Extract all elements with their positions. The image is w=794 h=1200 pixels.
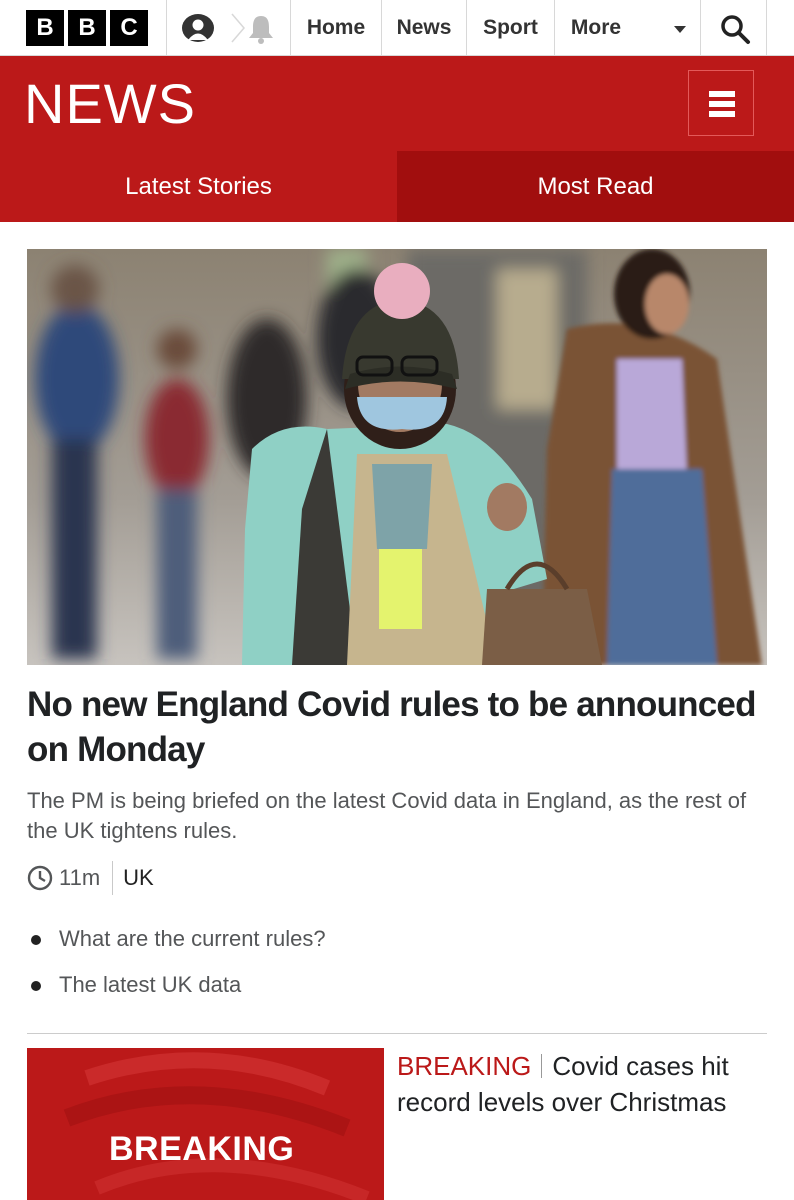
account-icon[interactable] <box>180 13 216 43</box>
bullet-icon <box>31 981 41 991</box>
hamburger-menu-icon <box>709 111 735 117</box>
nav-sport[interactable]: Sport <box>467 0 554 56</box>
related-link[interactable]: What are the current rules? <box>27 918 767 964</box>
divider <box>766 0 767 56</box>
related-links-list: What are the current rules? The latest U… <box>27 918 767 1010</box>
nav-news[interactable]: News <box>382 0 466 56</box>
second-story-headline[interactable]: BREAKING Covid cases hit record levels ov… <box>397 1048 767 1120</box>
tab-most-read[interactable]: Most Read <box>397 151 794 222</box>
bbc-logo-letter: B <box>68 10 106 46</box>
menu-button[interactable] <box>688 70 754 136</box>
notification-bell-icon[interactable] <box>244 13 278 45</box>
lead-story-section-link[interactable]: UK <box>123 865 154 891</box>
chevron-down-icon[interactable] <box>674 24 686 34</box>
lead-story-timestamp: 11m <box>59 865 101 890</box>
search-icon[interactable] <box>718 12 752 46</box>
lead-story-image[interactable] <box>27 249 767 665</box>
hamburger-menu-icon <box>709 101 735 107</box>
breaking-label: BREAKING <box>397 1051 532 1081</box>
tab-latest-stories[interactable]: Latest Stories <box>0 151 397 222</box>
nav-home[interactable]: Home <box>291 0 381 56</box>
related-link-label[interactable]: The latest UK data <box>59 972 241 997</box>
lead-story-summary: The PM is being briefed on the latest Co… <box>27 788 747 843</box>
clock-icon <box>27 865 53 891</box>
news-masthead: NEWS <box>0 56 794 151</box>
story-tabs: Latest Stories Most Read <box>0 151 794 222</box>
bbc-logo-letter: B <box>26 10 64 46</box>
breaking-image-text: BREAKING <box>109 1130 295 1168</box>
bullet-icon <box>31 935 41 945</box>
news-brand-title[interactable]: NEWS <box>24 74 196 134</box>
divider <box>541 1054 543 1078</box>
breaking-story-image[interactable]: BREAKING <box>27 1048 384 1200</box>
hamburger-menu-icon <box>709 91 735 97</box>
related-link[interactable]: The latest UK data <box>27 964 767 1010</box>
divider <box>112 861 114 895</box>
divider <box>700 0 701 56</box>
nav-more[interactable]: More <box>555 0 637 56</box>
lead-story-metadata: 11m UK <box>27 860 154 896</box>
related-link-label[interactable]: What are the current rules? <box>59 926 326 951</box>
breaking-background-graphic <box>27 1048 384 1200</box>
bbc-logo-letter: C <box>110 10 148 46</box>
bbc-logo[interactable]: B B C <box>26 10 148 46</box>
lead-story-headline[interactable]: No new England Covid rules to be announc… <box>27 682 767 772</box>
divider <box>166 0 167 56</box>
story-divider <box>27 1033 767 1034</box>
bbc-global-navigation: B B C Home News Sport More <box>0 0 794 56</box>
